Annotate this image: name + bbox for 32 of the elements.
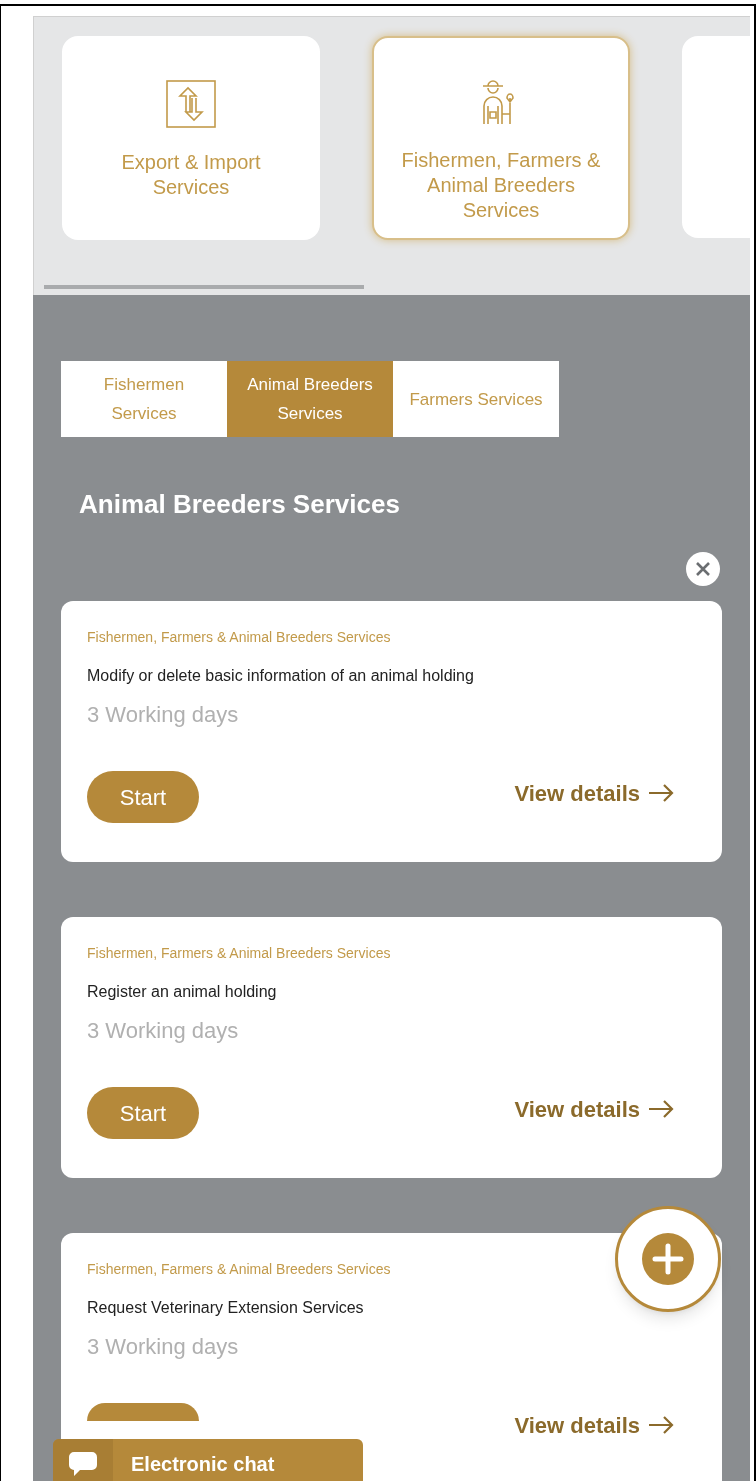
tab[interactable]: Farmers Services — [393, 361, 559, 437]
category-label: Fishermen, Farmers & Animal Breeders Services — [400, 148, 602, 223]
start-button[interactable]: Start — [87, 1087, 199, 1139]
category-label: Export & Import Services — [120, 150, 262, 200]
arrow-right-icon — [648, 1416, 674, 1434]
start-button[interactable]: Start — [87, 771, 199, 823]
service-duration: 3 Working days — [87, 1333, 240, 1361]
arrow-right-icon — [648, 784, 674, 802]
category-card[interactable]: Export & Import Services — [62, 36, 320, 240]
plus-icon — [642, 1233, 694, 1285]
service-title: Modify or delete basic information of an animal holding — [87, 666, 475, 686]
service-category: Fishermen, Farmers & Animal Breeders Services — [87, 1260, 392, 1279]
view-details-link[interactable]: View details — [514, 1092, 674, 1126]
up-down-arrows-icon — [166, 80, 216, 128]
speech-bubble-icon — [68, 1451, 98, 1477]
view-details-link[interactable]: View details — [514, 776, 674, 810]
start-button[interactable] — [87, 1403, 199, 1421]
service-category: Fishermen, Farmers & Animal Breeders Services — [87, 628, 392, 647]
service-duration: 3 Working days — [87, 701, 240, 729]
scrollbar-thumb[interactable] — [44, 285, 364, 289]
chat-button[interactable]: Electronic chat — [53, 1439, 363, 1481]
service-title: Request Veterinary Extension Services — [87, 1298, 365, 1318]
service-duration: 3 Working days — [87, 1017, 240, 1045]
section-heading: Animal Breeders Services — [79, 488, 401, 521]
close-icon[interactable] — [686, 552, 720, 586]
view-details-link[interactable]: View details — [514, 1408, 674, 1442]
category-card[interactable]: Fishermen, Farmers & Animal Breeders Services — [372, 36, 630, 240]
service-category: Fishermen, Farmers & Animal Breeders Services — [87, 944, 392, 963]
tab[interactable]: Fishermen Services — [61, 361, 227, 437]
arrow-right-icon — [648, 1100, 674, 1118]
service-title: Register an animal holding — [87, 982, 278, 1002]
tab[interactable]: Animal Breeders Services — [227, 361, 393, 437]
